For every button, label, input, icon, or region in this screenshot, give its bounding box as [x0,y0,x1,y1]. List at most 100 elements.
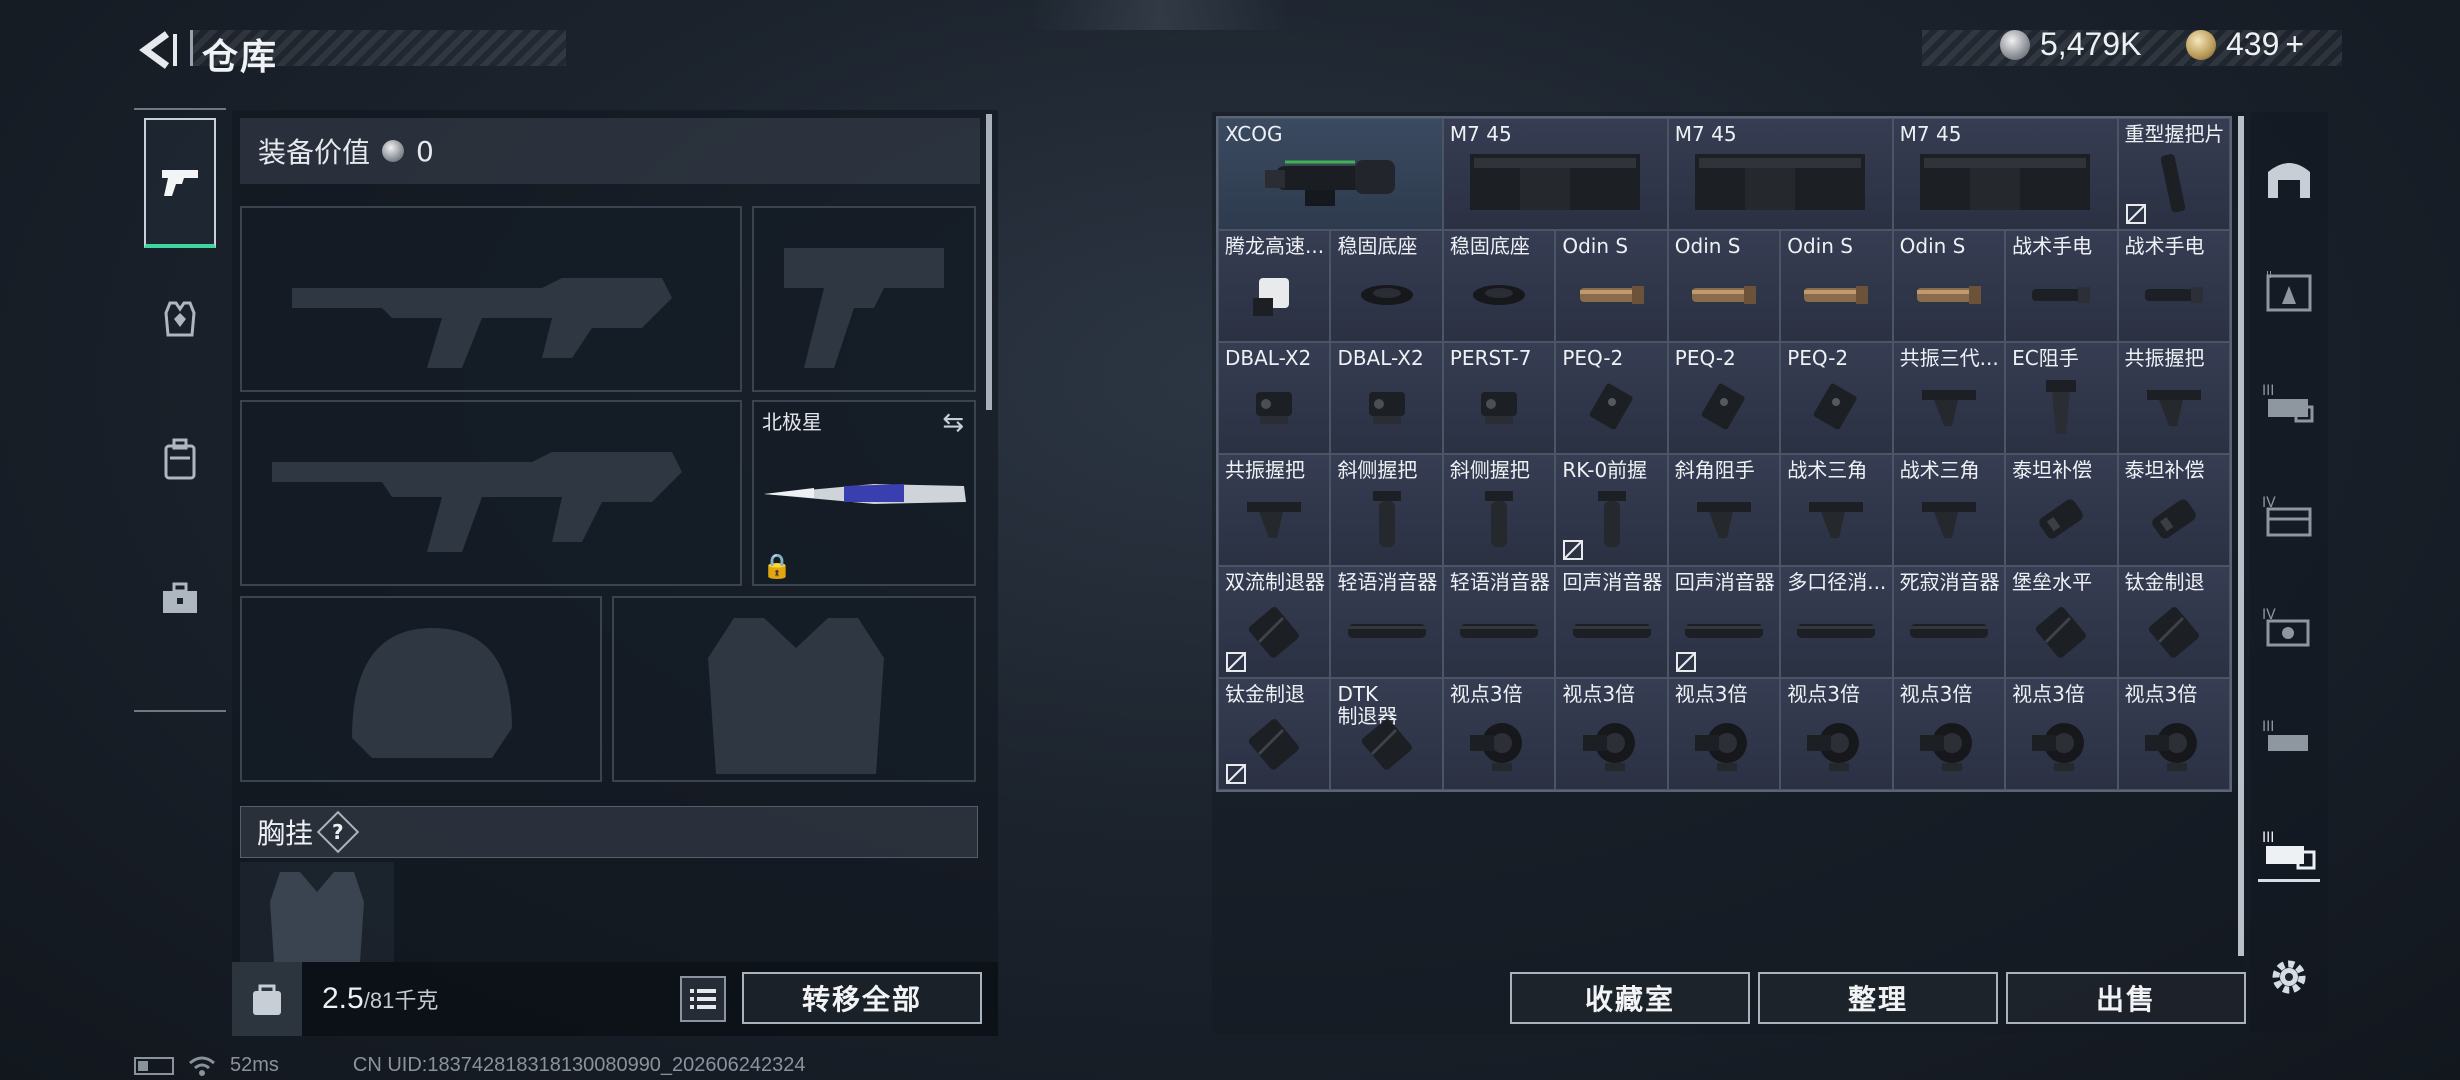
stash-item-name: M7 45 [1674,123,1737,145]
stash-item[interactable]: 堡垒水平 [2005,566,2118,678]
stash-item[interactable]: 战术三角 [1780,454,1893,566]
chest-rig-slot[interactable] [240,862,394,962]
stash-item[interactable]: Odin S [1555,230,1668,342]
stash-item[interactable]: M7 45 [1892,118,2118,230]
back-button[interactable] [132,28,182,72]
secondary-rifle-slot[interactable] [240,400,742,586]
settings-button[interactable] [2258,946,2320,1008]
mount-icon [1473,284,1526,305]
stash-item[interactable]: 共振三代... [1892,342,2006,454]
add-gold-button[interactable]: + [2285,26,2304,63]
tab-stash-5[interactable]: IV [2258,596,2320,658]
helmet-silhouette-icon [352,628,512,758]
stash-item-name: 共振三代... [1899,347,1999,369]
stash-item[interactable]: 视点3倍 [2005,678,2118,790]
stash-item[interactable]: 回声消音器 [1555,566,1668,678]
silver-currency[interactable]: 5,479K [2000,26,2141,63]
equipment-value: 0 [416,134,434,168]
stash-item[interactable]: DBAL-X2 [1218,342,1331,454]
stash-item[interactable]: 斜侧握把 [1330,454,1443,566]
stash-item[interactable]: PERST-7 [1442,342,1556,454]
stash-item[interactable]: M7 45 [1667,118,1893,230]
help-icon[interactable]: ? [316,810,360,854]
tab-stash-6[interactable]: III [2258,708,2320,770]
organize-button[interactable]: 整理 [1758,972,1998,1024]
stash-item[interactable]: 泰坦补偿 [2117,454,2230,566]
stash-item[interactable]: 重型握把片 [2117,118,2230,230]
stash-item[interactable]: 钛金制退 [2117,566,2230,678]
stash-item[interactable]: Odin S [1667,230,1781,342]
list-view-button[interactable] [680,976,726,1022]
stash-item[interactable]: EC阻手 [2005,342,2118,454]
stash-item[interactable]: RK-0前握 [1555,454,1668,566]
stash-item[interactable]: PEQ-2 [1667,342,1781,454]
melee-slot[interactable]: 北极星 ⇆ 🔒 [752,400,976,586]
stash-item[interactable]: 回声消音器 [1667,566,1781,678]
nav-case[interactable] [144,534,216,664]
helmet-slot[interactable] [240,596,602,782]
flashlight-icon [1579,285,1644,304]
stash-item[interactable]: 双流制退器 [1218,566,1331,678]
stash-item[interactable]: 视点3倍 [2117,678,2230,790]
stash-item[interactable]: PEQ-2 [1780,342,1893,454]
stash-item[interactable]: 视点3倍 [1892,678,2006,790]
body-armor-slot[interactable] [612,596,976,782]
stash-item[interactable]: 轻语消音器 [1442,566,1556,678]
stash-item[interactable]: 轻语消音器 [1330,566,1443,678]
tab-stash-attachments[interactable]: III [2258,820,2320,882]
stash-item[interactable]: 共振握把 [2117,342,2230,454]
stash-item[interactable]: XCOG [1218,118,1443,230]
stash-item[interactable]: 斜角阻手 [1667,454,1781,566]
nav-armor[interactable] [144,254,216,384]
stash-item[interactable]: 稳固底座 [1330,230,1443,342]
stash-item[interactable]: 腾龙高速... [1218,230,1331,342]
stash-item[interactable]: 死寂消音器 [1892,566,2006,678]
tab-stash-main[interactable] [2258,146,2320,208]
stash-item[interactable]: 泰坦补偿 [2005,454,2118,566]
right-stash-tabs: II III IV IV III III [2250,112,2328,1032]
loadout-scrollbar[interactable] [986,114,992,410]
stash-item[interactable]: 视点3倍 [1780,678,1893,790]
stash-item[interactable]: 多口径消... [1780,566,1893,678]
transfer-all-button[interactable]: 转移全部 [742,972,982,1024]
muzzle-brake-icon [2036,606,2087,658]
stash-item[interactable]: DBAL-X2 [1330,342,1443,454]
stash-item[interactable]: 钛金制退 [1218,678,1331,790]
stash-item[interactable]: 视点3倍 [1555,678,1668,790]
toolbox-icon [163,582,197,613]
sell-button[interactable]: 出售 [2006,972,2246,1024]
warehouse-icon [2268,163,2310,198]
stash-item[interactable]: 稳固底座 [1442,230,1556,342]
stash-item[interactable]: 战术三角 [1892,454,2006,566]
gold-currency[interactable]: 439 + [2186,26,2304,63]
stash-item[interactable]: 视点3倍 [1442,678,1556,790]
stash-item[interactable]: 视点3倍 [1667,678,1781,790]
tab-stash-4[interactable]: IV [2258,484,2320,546]
stash-item[interactable]: M7 45 [1442,118,1668,230]
stash-item-name: DBAL-X2 [1337,347,1424,369]
flashlight-icon [1804,285,1869,304]
stash-item[interactable]: 战术手电 [2005,230,2118,342]
tab-stash-armor[interactable]: II [2258,260,2320,322]
stash-item[interactable]: 战术手电 [2117,230,2230,342]
stash-item[interactable]: DTK 制退器 [1330,678,1443,790]
stash-item-name: 斜侧握把 [1449,459,1530,481]
collection-room-button[interactable]: 收藏室 [1510,972,1750,1024]
torch-icon [2032,286,2091,303]
no-trade-icon [1675,652,1696,672]
nav-backpack[interactable] [144,394,216,524]
secondary-weapon-slot[interactable] [752,206,976,392]
primary-weapon-slot[interactable] [240,206,742,392]
stash-item-name: 视点3倍 [1787,683,1860,705]
stash-item[interactable]: Odin S [1780,230,1893,342]
stash-item[interactable]: Odin S [1892,230,2006,342]
stash-item[interactable]: 斜侧握把 [1442,454,1556,566]
stash-item-name: 视点3倍 [1449,683,1523,705]
tab-stash-3[interactable]: III [2258,372,2320,434]
stash-scrollbar[interactable] [2238,116,2244,956]
nav-weapons[interactable] [144,118,216,248]
weight-current: 2.5 [322,982,364,1015]
stash-item[interactable]: 共振握把 [1218,454,1331,566]
svg-text:III: III [2262,830,2274,846]
stash-item[interactable]: PEQ-2 [1555,342,1668,454]
